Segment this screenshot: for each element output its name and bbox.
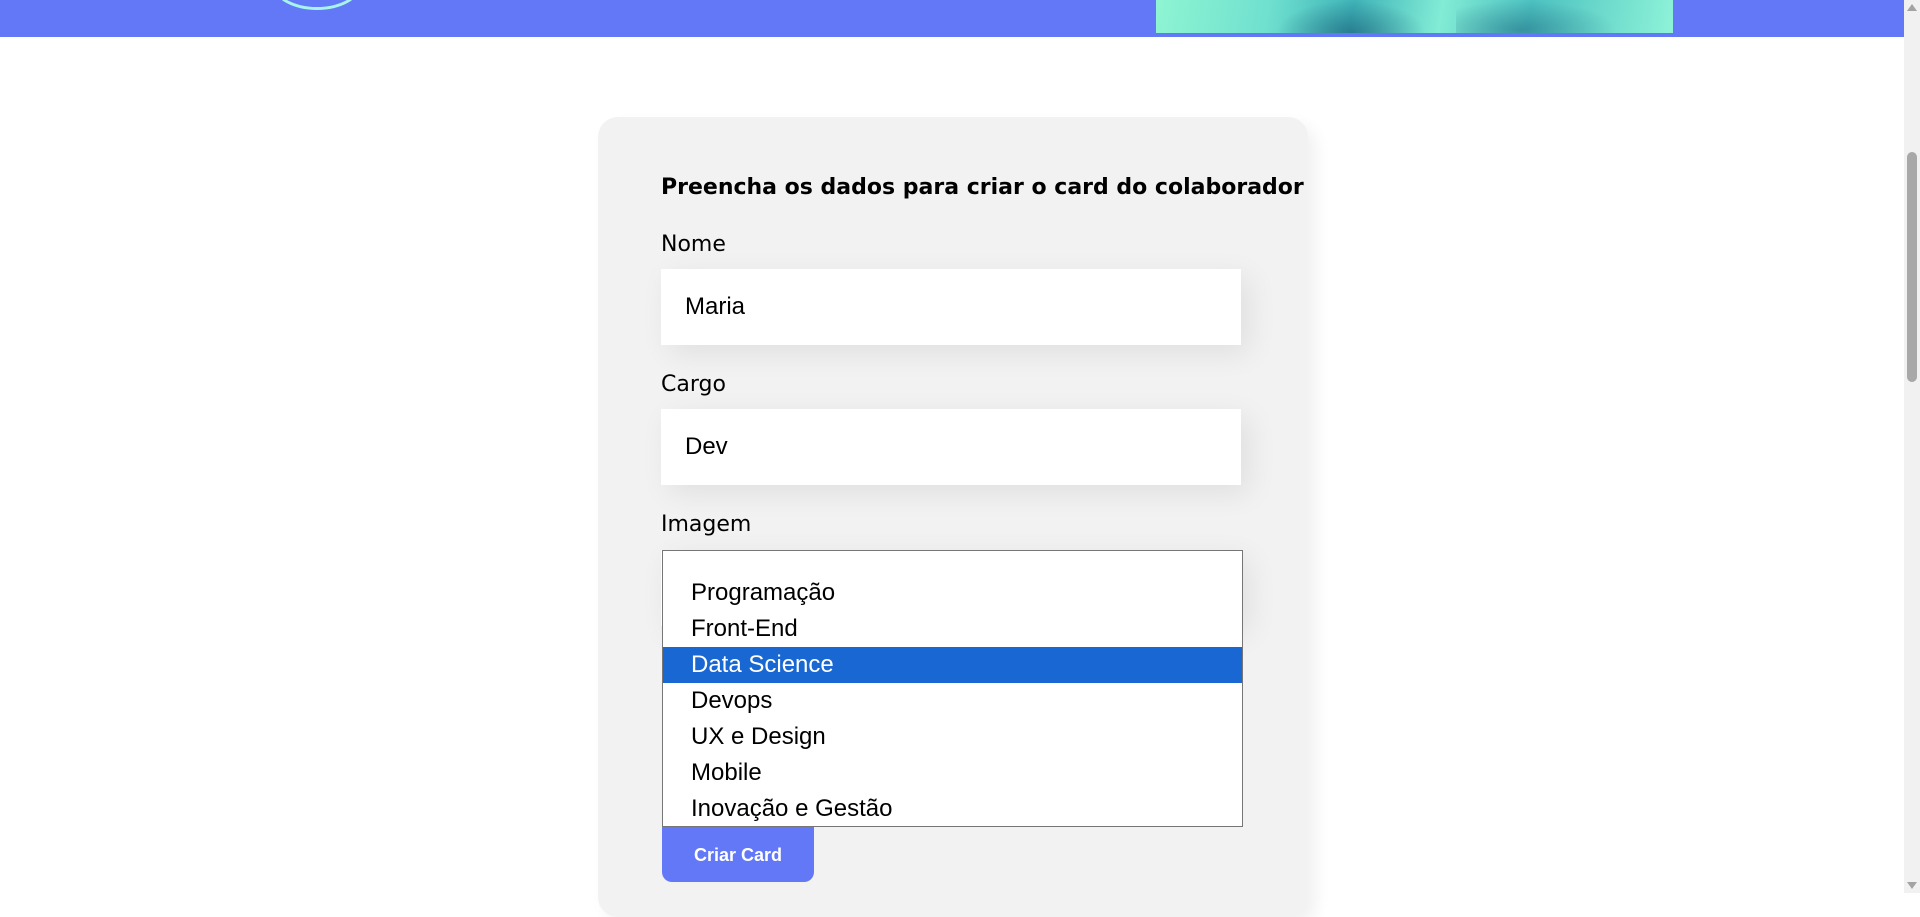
team-dropdown-list[interactable]: Programação Front-End Data Science Devop… — [662, 550, 1243, 827]
form-title: Preencha os dados para criar o card do c… — [661, 175, 1304, 200]
team-option-ux-e-design[interactable]: UX e Design — [663, 719, 1242, 755]
page-scrollbar[interactable] — [1904, 0, 1920, 893]
logo-circle — [273, 0, 361, 10]
team-option-inovacao-e-gestao[interactable]: Inovação e Gestão — [663, 791, 1242, 827]
team-option-data-science[interactable]: Data Science — [663, 647, 1242, 683]
nome-input[interactable] — [661, 269, 1241, 345]
scroll-down-arrow-icon[interactable] — [1907, 882, 1917, 889]
nome-label: Nome — [661, 232, 726, 257]
banner-image — [1156, 0, 1673, 33]
team-option-front-end[interactable]: Front-End — [663, 611, 1242, 647]
header-banner — [0, 0, 1904, 37]
cargo-label: Cargo — [661, 372, 726, 397]
team-option-mobile[interactable]: Mobile — [663, 755, 1242, 791]
imagem-label: Imagem — [661, 512, 752, 537]
team-option-devops[interactable]: Devops — [663, 683, 1242, 719]
scrollbar-thumb[interactable] — [1907, 152, 1917, 382]
cargo-input[interactable] — [661, 409, 1241, 485]
team-option-programacao[interactable]: Programação — [663, 575, 1242, 611]
scroll-up-arrow-icon[interactable] — [1907, 4, 1917, 11]
